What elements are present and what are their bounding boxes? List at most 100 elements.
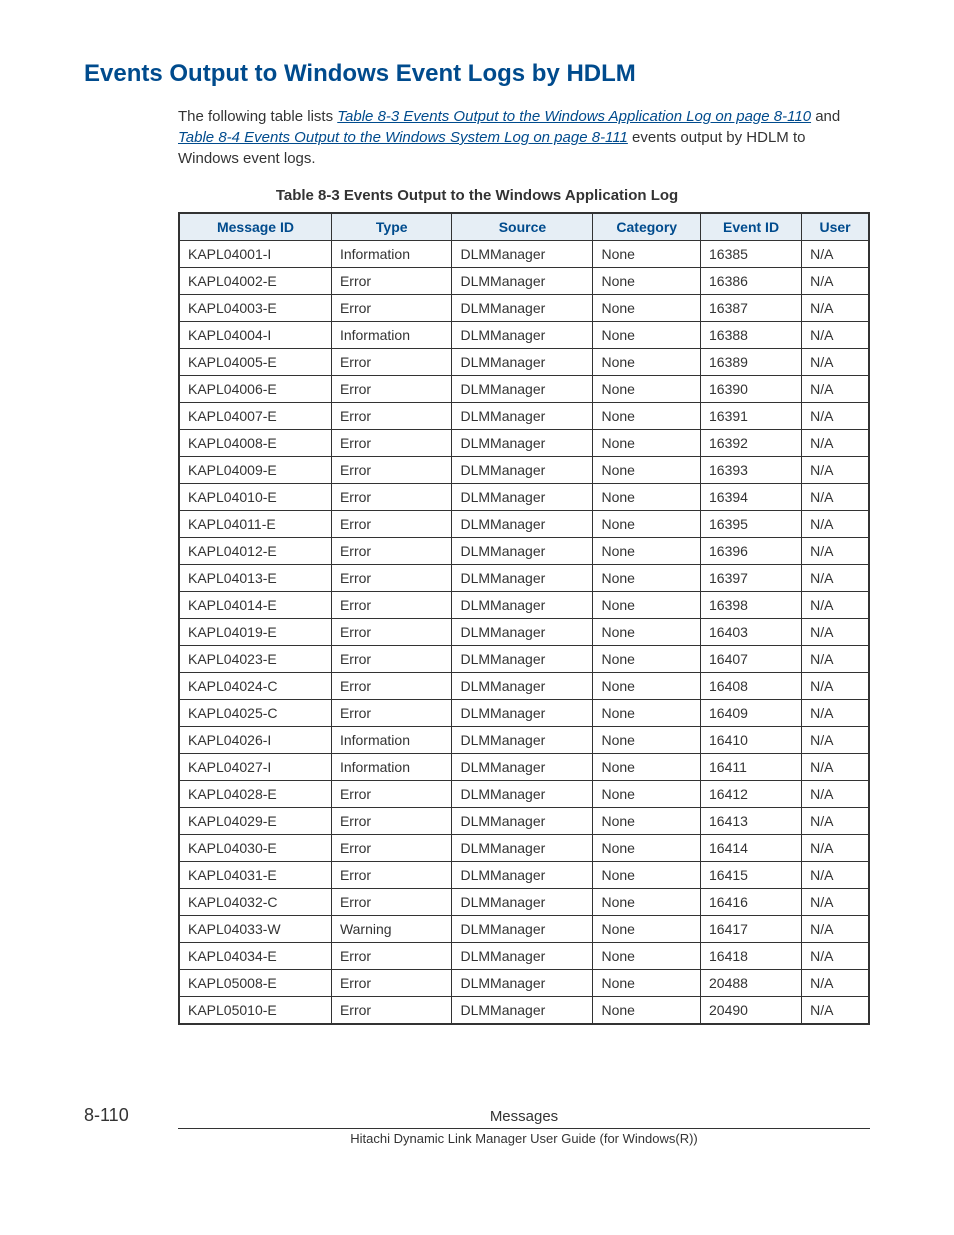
table-cell: Error bbox=[331, 538, 452, 565]
table-cell: DLMManager bbox=[452, 646, 593, 673]
table-cell: Error bbox=[331, 808, 452, 835]
table-cell: Error bbox=[331, 862, 452, 889]
table-row: KAPL04031-EErrorDLMManagerNone16415N/A bbox=[179, 862, 869, 889]
table-cell: KAPL04028-E bbox=[179, 781, 331, 808]
table-row: KAPL04012-EErrorDLMManagerNone16396N/A bbox=[179, 538, 869, 565]
table-cell: Error bbox=[331, 484, 452, 511]
table-cell: 16412 bbox=[701, 781, 802, 808]
table-cell: None bbox=[593, 322, 701, 349]
table-row: KAPL04003-EErrorDLMManagerNone16387N/A bbox=[179, 295, 869, 322]
table-cell: None bbox=[593, 943, 701, 970]
table-cell: DLMManager bbox=[452, 754, 593, 781]
table-cell: DLMManager bbox=[452, 997, 593, 1025]
table-cell: None bbox=[593, 700, 701, 727]
table-row: KAPL04004-IInformationDLMManagerNone1638… bbox=[179, 322, 869, 349]
table-cell: 16390 bbox=[701, 376, 802, 403]
col-event-id: Event ID bbox=[701, 213, 802, 241]
table-row: KAPL04006-EErrorDLMManagerNone16390N/A bbox=[179, 376, 869, 403]
table-cell: Error bbox=[331, 565, 452, 592]
table-cell: 16397 bbox=[701, 565, 802, 592]
table-cell: N/A bbox=[802, 295, 869, 322]
table-cell: DLMManager bbox=[452, 349, 593, 376]
table-cell: KAPL04005-E bbox=[179, 349, 331, 376]
table-cell: N/A bbox=[802, 322, 869, 349]
events-table: Message ID Type Source Category Event ID… bbox=[178, 212, 870, 1025]
table-cell: N/A bbox=[802, 862, 869, 889]
table-cell: Error bbox=[331, 511, 452, 538]
table-cell: 16391 bbox=[701, 403, 802, 430]
table-cell: None bbox=[593, 241, 701, 268]
table-cell: DLMManager bbox=[452, 268, 593, 295]
table-cell: N/A bbox=[802, 916, 869, 943]
table-cell: N/A bbox=[802, 538, 869, 565]
table-cell: DLMManager bbox=[452, 916, 593, 943]
table-cell: None bbox=[593, 484, 701, 511]
table-cell: DLMManager bbox=[452, 862, 593, 889]
table-cell: KAPL04004-I bbox=[179, 322, 331, 349]
table-cell: KAPL04032-C bbox=[179, 889, 331, 916]
table-cell: N/A bbox=[802, 403, 869, 430]
table-cell: KAPL04031-E bbox=[179, 862, 331, 889]
table-cell: None bbox=[593, 592, 701, 619]
table-cell: DLMManager bbox=[452, 673, 593, 700]
table-cell: N/A bbox=[802, 970, 869, 997]
table-cell: N/A bbox=[802, 997, 869, 1025]
table-cell: KAPL04012-E bbox=[179, 538, 331, 565]
document-page: Events Output to Windows Event Logs by H… bbox=[0, 0, 954, 1176]
table-row: KAPL04029-EErrorDLMManagerNone16413N/A bbox=[179, 808, 869, 835]
table-cell: DLMManager bbox=[452, 889, 593, 916]
table-cell: 16407 bbox=[701, 646, 802, 673]
table-cell: Error bbox=[331, 592, 452, 619]
table-cell: 16392 bbox=[701, 430, 802, 457]
table-cell: KAPL04007-E bbox=[179, 403, 331, 430]
table-row: KAPL04028-EErrorDLMManagerNone16412N/A bbox=[179, 781, 869, 808]
table-cell: None bbox=[593, 457, 701, 484]
table-cell: Error bbox=[331, 646, 452, 673]
footer-center-bottom: Hitachi Dynamic Link Manager User Guide … bbox=[178, 1131, 870, 1146]
table-cell: DLMManager bbox=[452, 835, 593, 862]
table-cell: DLMManager bbox=[452, 241, 593, 268]
table-cell: 16394 bbox=[701, 484, 802, 511]
table-cell: None bbox=[593, 646, 701, 673]
table-cell: DLMManager bbox=[452, 484, 593, 511]
table-cell: None bbox=[593, 727, 701, 754]
table-cell: Error bbox=[331, 295, 452, 322]
table-cell: DLMManager bbox=[452, 511, 593, 538]
table-cell: Error bbox=[331, 835, 452, 862]
table-cell: N/A bbox=[802, 457, 869, 484]
table-cell: KAPL04009-E bbox=[179, 457, 331, 484]
table-cell: DLMManager bbox=[452, 376, 593, 403]
table-cell: KAPL04034-E bbox=[179, 943, 331, 970]
table-row: KAPL04033-WWarningDLMManagerNone16417N/A bbox=[179, 916, 869, 943]
table-cell: KAPL05008-E bbox=[179, 970, 331, 997]
table-row: KAPL05010-EErrorDLMManagerNone20490N/A bbox=[179, 997, 869, 1025]
table-cell: 16385 bbox=[701, 241, 802, 268]
table-cell: None bbox=[593, 916, 701, 943]
link-table-8-4[interactable]: Table 8-4 Events Output to the Windows S… bbox=[178, 129, 628, 146]
table-row: KAPL04001-IInformationDLMManagerNone1638… bbox=[179, 241, 869, 268]
table-cell: None bbox=[593, 781, 701, 808]
table-row: KAPL04023-EErrorDLMManagerNone16407N/A bbox=[179, 646, 869, 673]
link-table-8-3[interactable]: Table 8-3 Events Output to the Windows A… bbox=[337, 108, 811, 125]
table-cell: None bbox=[593, 349, 701, 376]
table-cell: N/A bbox=[802, 511, 869, 538]
table-cell: N/A bbox=[802, 781, 869, 808]
table-cell: 20490 bbox=[701, 997, 802, 1025]
table-cell: DLMManager bbox=[452, 781, 593, 808]
table-cell: None bbox=[593, 970, 701, 997]
table-row: KAPL04034-EErrorDLMManagerNone16418N/A bbox=[179, 943, 869, 970]
table-row: KAPL04007-EErrorDLMManagerNone16391N/A bbox=[179, 403, 869, 430]
table-cell: Information bbox=[331, 727, 452, 754]
table-cell: KAPL04029-E bbox=[179, 808, 331, 835]
table-cell: N/A bbox=[802, 754, 869, 781]
table-cell: DLMManager bbox=[452, 403, 593, 430]
col-message-id: Message ID bbox=[179, 213, 331, 241]
intro-text-mid: and bbox=[815, 108, 840, 125]
table-cell: Information bbox=[331, 241, 452, 268]
table-cell: N/A bbox=[802, 727, 869, 754]
table-cell: Information bbox=[331, 754, 452, 781]
table-cell: 16398 bbox=[701, 592, 802, 619]
table-cell: None bbox=[593, 997, 701, 1025]
table-cell: None bbox=[593, 511, 701, 538]
footer-top-row: 8-110 Messages bbox=[84, 1105, 870, 1126]
